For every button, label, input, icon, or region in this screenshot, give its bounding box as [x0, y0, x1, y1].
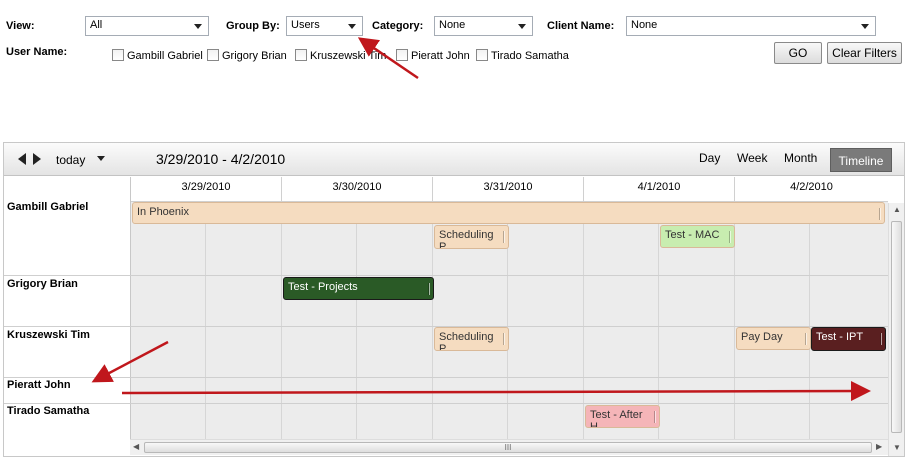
annotation-arrows	[91, 37, 871, 402]
red-arrow-row	[121, 381, 871, 402]
red-arrow-group-by	[357, 37, 419, 80]
red-arrow-pieratt	[91, 340, 169, 383]
